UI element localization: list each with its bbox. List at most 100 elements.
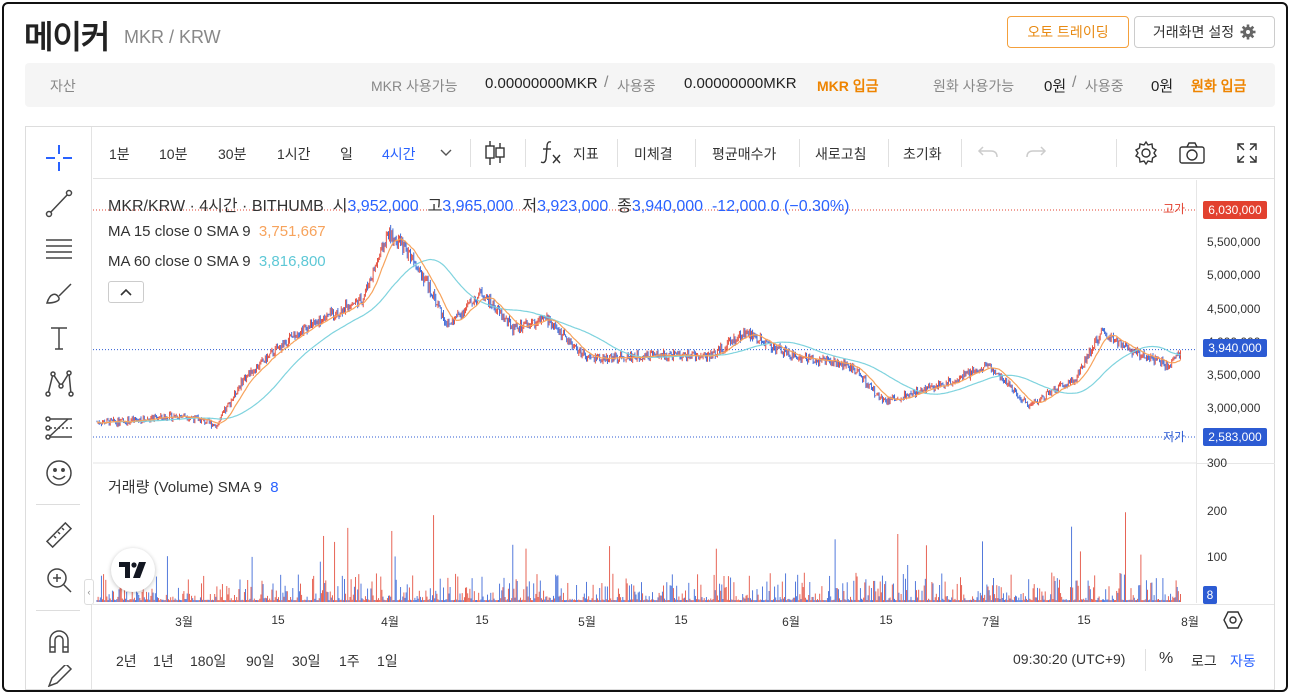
interval-1h[interactable]: 1시간 — [277, 144, 311, 164]
pencil-tool[interactable] — [41, 665, 77, 687]
toolbar-separator-4 — [695, 139, 696, 167]
toolbar-separator — [470, 139, 471, 167]
open-value: 3,952,000 — [347, 198, 419, 215]
volume-value: 8 — [270, 479, 279, 496]
brush-icon — [45, 283, 72, 304]
camera-icon[interactable] — [1178, 141, 1206, 165]
range-1w[interactable]: 1주 — [339, 651, 360, 671]
pencil-icon — [47, 665, 73, 687]
redo-icon[interactable] — [1025, 143, 1047, 161]
settings-gear-icon[interactable] — [1133, 140, 1159, 166]
fullscreen-icon[interactable] — [1236, 142, 1258, 164]
chevron-down-icon[interactable] — [440, 149, 452, 157]
ma15-legend: MA 15 close 0 SMA 9 3,751,667 — [108, 223, 326, 240]
crosshair-icon — [46, 145, 72, 171]
krw-available-value: 0원 — [1044, 78, 1067, 95]
time-axis[interactable]: 3월 15 4월 15 5월 15 6월 15 7월 15 8월 — [93, 604, 1274, 634]
volume-current-tag: 8 — [1203, 586, 1217, 604]
high-value: 3,965,000 — [442, 198, 514, 215]
chart-toolbar: 1분 10분 30분 1시간 일 4시간 지표 미체결 평균매수가 새로고침 초… — [93, 127, 1274, 179]
krw-deposit-link[interactable]: 원화 입금 — [1191, 76, 1246, 96]
range-180d[interactable]: 180일 — [190, 651, 226, 671]
refresh-button[interactable]: 새로고침 — [815, 144, 867, 164]
krw-in-use-value: 0원 — [1151, 78, 1174, 95]
auto-trading-button[interactable]: 오토 트레이딩 — [1007, 16, 1129, 48]
time-tick: 8월 — [1181, 615, 1199, 629]
time-tick: 15 — [475, 613, 489, 627]
avg-buy-price-button[interactable]: 평균매수가 — [712, 144, 776, 164]
trading-settings-button[interactable]: 거래화면 설정 — [1134, 16, 1275, 48]
tool-divider — [36, 504, 80, 505]
function-icon[interactable] — [540, 139, 562, 165]
crosshair-tool[interactable] — [41, 140, 77, 176]
range-1y[interactable]: 1년 — [153, 651, 174, 671]
ma60-label: MA 60 close 0 SMA 9 — [108, 253, 251, 270]
text-icon — [51, 327, 67, 350]
toolbar-separator-8 — [1116, 139, 1117, 167]
mkr-available-value: 0.00000000MKR — [485, 75, 598, 92]
interval-30m[interactable]: 30분 — [218, 144, 246, 164]
interval-10m[interactable]: 10분 — [159, 144, 187, 164]
ma60-legend: MA 60 close 0 SMA 9 3,816,800 — [108, 253, 326, 270]
range-30d[interactable]: 30일 — [292, 651, 320, 671]
ma15-value: 3,751,667 — [258, 223, 326, 240]
volume-tick: 300 — [1207, 456, 1228, 470]
fib-tool[interactable] — [41, 410, 77, 446]
brush-tool[interactable] — [41, 275, 77, 311]
horizontal-lines-tool[interactable] — [41, 230, 77, 266]
indicators-button[interactable]: 지표 — [573, 144, 599, 164]
log-toggle[interactable]: 로그 — [1191, 651, 1217, 671]
mkr-deposit-link[interactable]: MKR 입금 — [817, 76, 879, 96]
high-price-tag: 6,030,000 — [1203, 201, 1267, 219]
settings-label: 거래화면 설정 — [1152, 24, 1235, 40]
pattern-tool[interactable] — [41, 365, 77, 401]
ruler-tool[interactable] — [41, 517, 77, 553]
emoji-tool[interactable] — [41, 455, 77, 491]
auto-scale-toggle[interactable]: 자동 — [1230, 651, 1256, 671]
collapse-legend-button[interactable] — [108, 281, 144, 303]
high-label: 고 — [427, 198, 443, 215]
trend-line-icon — [45, 189, 73, 218]
time-tick: 15 — [879, 613, 893, 627]
percent-toggle[interactable]: % — [1159, 650, 1173, 668]
market-pair: MKR / KRW — [124, 27, 221, 47]
range-1d[interactable]: 1일 — [377, 651, 398, 671]
price-tick: 4,500,000 — [1207, 302, 1261, 316]
time-tick: 4월 — [381, 615, 399, 629]
chart-svg: 고가저가 — [93, 202, 1196, 602]
change-value: -12,000.0 (−0.30%) — [711, 198, 850, 215]
chart-plot-area[interactable]: 고가 저가 MKR/KRW · 4시간 · BITHUMB 시3,952,000 … — [93, 180, 1196, 603]
close-value: 3,940,000 — [631, 198, 704, 215]
undo-icon[interactable] — [977, 143, 999, 161]
interval-4h[interactable]: 4시간 — [382, 144, 416, 164]
low-label: 저 — [522, 198, 538, 215]
magnet-icon — [49, 630, 69, 653]
chart-settings-button[interactable] — [1221, 608, 1245, 632]
low-value: 3,923,000 — [537, 198, 609, 215]
toolbar-separator-2 — [525, 139, 526, 167]
trend-line-tool[interactable] — [41, 185, 77, 221]
price-axis[interactable]: 5,500,000 5,000,000 4,500,000 4,000,000 … — [1196, 180, 1275, 604]
current-price-tag: 3,940,000 — [1203, 339, 1267, 357]
unfilled-orders-button[interactable]: 미체결 — [634, 144, 673, 164]
text-tool[interactable] — [41, 320, 77, 356]
interval-1d[interactable]: 일 — [340, 144, 353, 164]
toolbar-separator-3 — [617, 139, 618, 167]
ma15-label: MA 15 close 0 SMA 9 — [108, 223, 251, 240]
volume-tick: 200 — [1207, 504, 1228, 518]
range-90d[interactable]: 90일 — [246, 651, 274, 671]
krw-available-label: 원화 사용가능 — [933, 78, 1015, 94]
range-2y[interactable]: 2년 — [116, 651, 137, 671]
slash-divider-2: / — [1072, 74, 1077, 91]
time-tick: 3월 — [175, 615, 193, 629]
mkr-in-use-value: 0.00000000MKR — [684, 75, 797, 92]
chart-container: ‹ 1분 10분 30분 1시간 일 4시간 지표 미체결 평균매수가 새로고침… — [25, 126, 1275, 690]
price-tick: 3,500,000 — [1207, 368, 1261, 382]
interval-1m[interactable]: 1분 — [109, 144, 130, 164]
chevron-up-icon — [120, 288, 132, 296]
reset-button[interactable]: 초기화 — [903, 144, 942, 164]
magnet-tool[interactable] — [41, 623, 77, 659]
zoom-tool[interactable] — [41, 562, 77, 598]
candlestick-type-icon[interactable] — [483, 139, 507, 167]
tradingview-logo[interactable] — [111, 548, 155, 592]
